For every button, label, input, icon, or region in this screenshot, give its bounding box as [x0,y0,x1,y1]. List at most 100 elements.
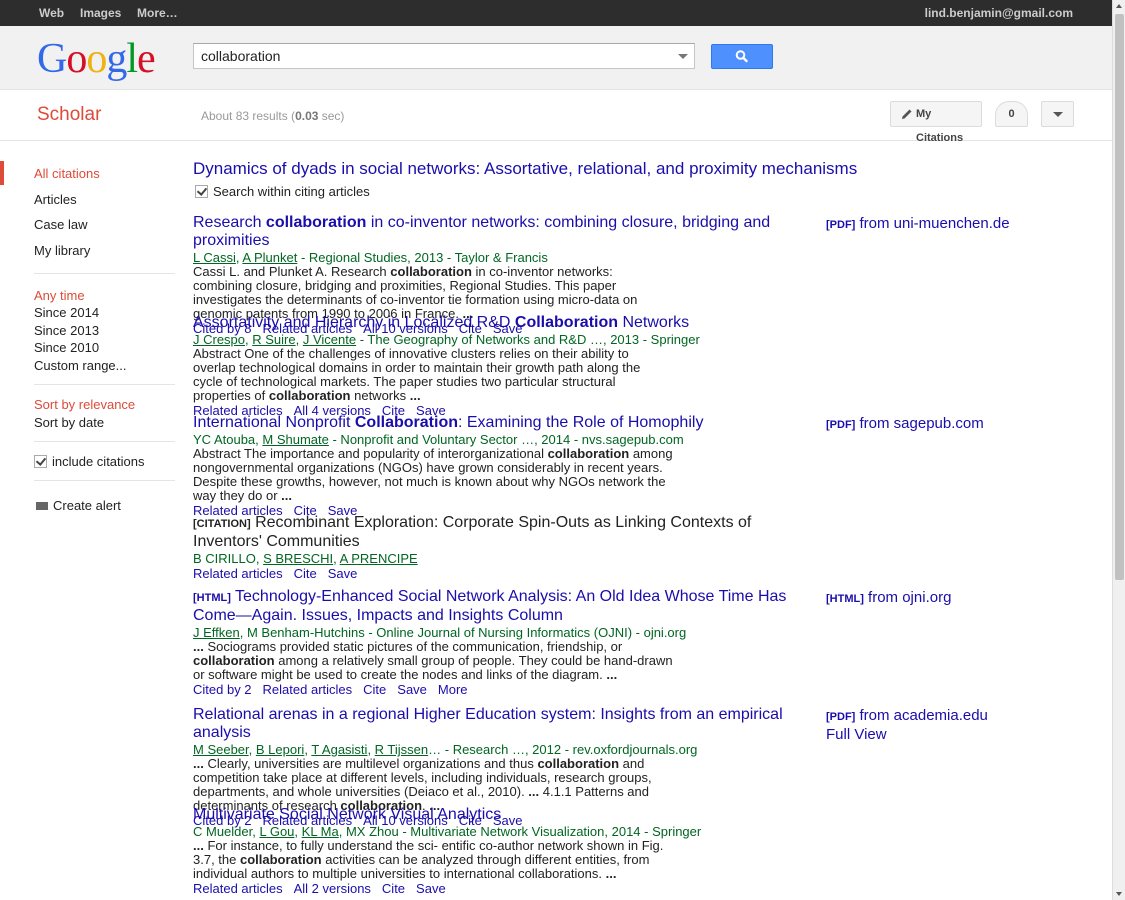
result-title[interactable]: Multivariate Social Network Visual Analy… [193,806,813,824]
search-within-label: Search within citing articles [213,184,370,199]
nav-more-link[interactable]: More… [137,6,178,20]
filter-articles[interactable]: Articles [34,192,77,207]
result-type-tag: [HTML] [193,592,231,604]
time-custom-range[interactable]: Custom range... [34,358,127,373]
result-actions: Related articles All 2 versions Cite Save [193,881,813,897]
result-action-all-2-versions[interactable]: All 2 versions [294,881,371,896]
sidebar-divider [34,480,175,481]
fulltext-link[interactable]: [HTML] from ojni.org [826,589,951,608]
result-title[interactable]: Research collaboration in co-inventor ne… [193,214,813,250]
settings-menu-button[interactable] [1041,101,1074,127]
scroll-down-arrow-icon[interactable] [1116,892,1122,896]
google-logo[interactable]: Google [37,36,156,82]
pencil-icon [902,109,912,119]
fulltext-source: from academia.edu [859,707,988,724]
search-result: International Nonprofit Collaboration: E… [193,414,813,519]
filter-all-citations[interactable]: All citations [34,166,100,181]
include-citations-toggle[interactable]: include citations [34,454,145,469]
result-title[interactable]: [HTML] Technology-Enhanced Social Networ… [193,588,813,625]
search-input[interactable] [201,47,671,65]
result-action-cited-by-2[interactable]: Cited by 2 [193,682,252,697]
result-action-related-articles[interactable]: Related articles [193,566,283,581]
time-any[interactable]: Any time [34,288,85,303]
sidebar-divider [34,441,175,442]
full-view-link[interactable]: Full View [826,726,887,743]
filter-case-law[interactable]: Case law [34,217,87,232]
fulltext-format-tag: [PDF] [826,219,856,231]
result-snippet: ... Sociograms provided static pictures … [193,639,673,682]
checkbox-checked-icon[interactable] [195,185,208,198]
result-action-cite[interactable]: Cite [382,881,405,896]
result-authors: YC Atouba, M Shumate - Nonprofit and Vol… [193,432,684,447]
fulltext-source: from ojni.org [868,589,952,606]
search-result: [CITATION] Recombinant Exploration: Corp… [193,514,793,582]
result-title[interactable]: Assortativity and Hierarchy in Localized… [193,314,813,332]
time-since-2010[interactable]: Since 2010 [34,340,99,355]
search-result: Multivariate Social Network Visual Analy… [193,806,813,897]
nav-images-link[interactable]: Images [80,6,121,20]
alerts-count-button[interactable]: 0 [995,101,1028,127]
result-action-save[interactable]: Save [416,881,446,896]
my-citations-label: My Citations [916,108,964,144]
logo-letter: G [37,36,67,82]
logo-letter: e [137,36,156,82]
scroll-up-arrow-icon[interactable] [1116,4,1122,8]
scholar-toolbar: Scholar About 83 results (0.03 sec) My C… [0,90,1112,144]
result-actions: Related articles Cite Save [193,566,793,582]
fulltext-link[interactable]: [PDF] from uni-muenchen.de [826,215,1010,234]
result-actions: Cited by 2 Related articles Cite Save More [193,682,813,698]
result-stats-suffix: sec) [318,109,345,123]
create-alert-link[interactable]: Create alert [36,498,121,513]
search-button[interactable] [711,44,773,69]
sidebar-divider [34,384,175,385]
result-stats-prefix: About 83 results ( [201,109,296,123]
result-stats: About 83 results (0.03 sec) [201,109,344,123]
result-snippet: Abstract One of the challenges of innova… [193,346,641,403]
result-action-cite[interactable]: Cite [294,566,317,581]
include-citations-label: include citations [52,454,145,469]
search-within-toggle[interactable]: Search within citing articles [195,184,370,199]
create-alert-label: Create alert [53,498,121,513]
result-action-save[interactable]: Save [397,682,427,697]
sort-by-date[interactable]: Sort by date [34,415,104,430]
result-authors: B CIRILLO, S BRESCHI, A PRENCIPE [193,551,418,566]
result-action-related-articles[interactable]: Related articles [193,881,283,896]
result-authors: J Crespo, R Suire, J Vicente - The Geogr… [193,332,700,347]
search-result: Assortativity and Hierarchy in Localized… [193,314,813,419]
fulltext-link[interactable]: [PDF] from sagepub.com [826,415,984,434]
checkbox-checked-icon[interactable] [34,455,47,468]
nav-web-link[interactable]: Web [39,6,64,20]
scrollbar[interactable] [1112,0,1125,900]
fulltext-link[interactable]: [PDF] from academia.edu Full View [826,707,988,744]
result-action-related-articles[interactable]: Related articles [263,682,353,697]
result-authors: M Seeber, B Lepori, T Agasisti, R Tijsse… [193,742,698,757]
time-since-2014[interactable]: Since 2014 [34,305,99,320]
result-title[interactable]: [CITATION] Recombinant Exploration: Corp… [193,514,793,551]
filter-my-library[interactable]: My library [34,243,90,258]
result-authors: J Effken, M Benham-Hutchins - Online Jou… [193,625,687,640]
result-title[interactable]: International Nonprofit Collaboration: E… [193,414,813,432]
result-action-save[interactable]: Save [328,566,358,581]
scrollbar-thumb[interactable] [1115,14,1124,580]
user-account-link[interactable]: lind.benjamin@gmail.com [925,6,1073,20]
fulltext-format-tag: [PDF] [826,711,856,723]
search-options-caret-icon[interactable] [678,54,688,59]
result-authors: C Muelder, L Gou, KL Ma, MX Zhou - Multi… [193,824,702,839]
fulltext-format-tag: [PDF] [826,419,856,431]
search-result: [HTML] Technology-Enhanced Social Networ… [193,588,813,698]
my-citations-button[interactable]: My Citations [890,101,982,144]
result-action-more[interactable]: More [438,682,468,697]
time-since-2013[interactable]: Since 2013 [34,323,99,338]
result-action-cite[interactable]: Cite [363,682,386,697]
sidebar-divider [34,273,175,274]
envelope-icon [36,502,48,510]
result-authors: L Cassi, A Plunket - Regional Studies, 2… [193,250,548,265]
result-snippet: Cassi L. and Plunket A. Research collabo… [193,264,638,321]
result-title[interactable]: Relational arenas in a regional Higher E… [193,706,813,742]
result-snippet: ... For instance, to fully understand th… [193,838,664,881]
scholar-title[interactable]: Scholar [37,104,101,126]
result-type-tag: [CITATION] [193,518,251,530]
cited-article-title[interactable]: Dynamics of dyads in social networks: As… [193,159,857,179]
sort-by-relevance[interactable]: Sort by relevance [34,397,135,412]
result-snippet: ... Clearly, universities are multilevel… [193,756,652,813]
